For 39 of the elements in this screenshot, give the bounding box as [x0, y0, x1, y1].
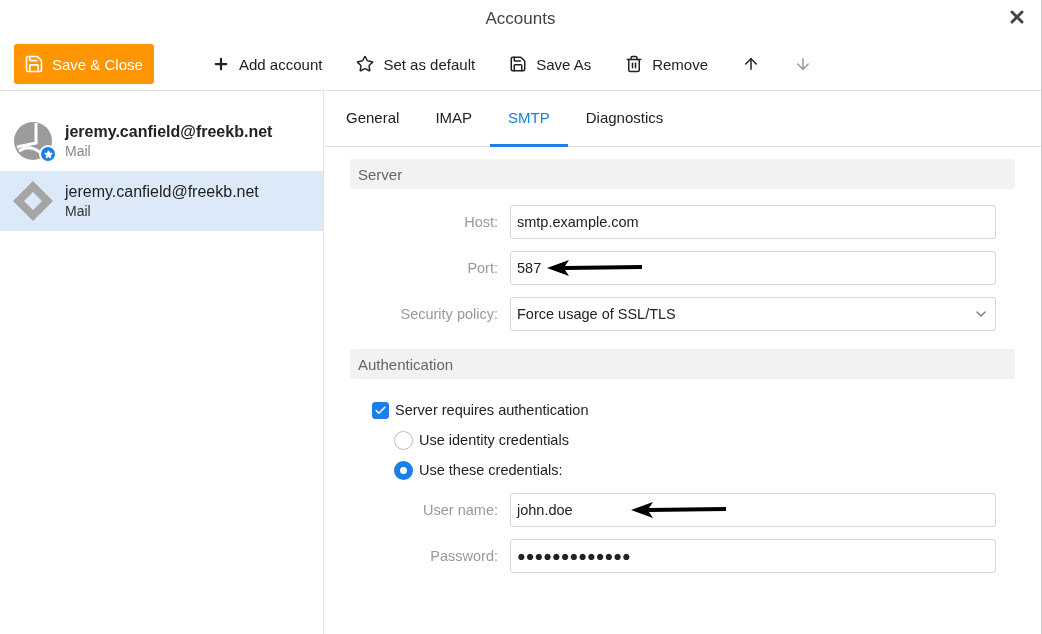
input-field[interactable]: john.doe — [510, 493, 996, 527]
dropdown[interactable]: Force usage of SSL/TLS — [510, 297, 996, 331]
account-item[interactable]: jeremy.canfield@freekb.net Mail — [0, 171, 323, 231]
account-type: Mail — [65, 143, 92, 159]
default-star-badge — [39, 145, 57, 163]
toolbar-button[interactable]: Remove — [625, 55, 709, 73]
account-email: jeremy.canfield@freekb.net — [65, 123, 273, 141]
tab[interactable]: Diagnostics — [567, 91, 682, 147]
radio-label: Use these credentials: — [419, 462, 563, 478]
section-header: Server — [350, 159, 1015, 189]
field-label: User name: — [422, 502, 499, 518]
field-label: Security policy: — [399, 306, 499, 322]
tab[interactable]: General — [328, 91, 418, 147]
section-header: Authentication — [350, 349, 1015, 379]
account-type: Mail — [65, 203, 92, 219]
tab[interactable]: SMTP — [490, 91, 568, 147]
plus-icon — [212, 55, 230, 73]
account-email: jeremy.canfield@freekb.net — [65, 183, 259, 201]
toolbar-button[interactable]: Add account — [212, 55, 323, 73]
tab[interactable]: IMAP — [417, 91, 491, 147]
radio-button[interactable] — [394, 460, 413, 480]
input-field[interactable]: 587 — [510, 251, 996, 285]
radio-button[interactable] — [394, 430, 413, 450]
radio-label: Use identity credentials — [419, 432, 569, 448]
field-label: Host: — [463, 214, 499, 230]
star-icon — [356, 55, 375, 73]
input-field[interactable]: smtp.example.com — [510, 205, 996, 239]
account-avatar-icon — [13, 181, 53, 221]
toolbar-button[interactable]: Set as default — [356, 55, 476, 73]
input-field[interactable]: ●●●●●●●●●●●●● — [510, 539, 996, 573]
account-item[interactable]: jeremy.canfield@freekb.net Mail — [0, 111, 323, 171]
toolbar-button[interactable]: Save As — [509, 55, 592, 73]
trash-icon — [625, 55, 644, 73]
field-label: Port: — [466, 260, 499, 276]
window-title: Accounts — [485, 9, 556, 29]
checkmark-icon — [374, 403, 387, 417]
checkbox-label: Server requires authentication — [395, 402, 589, 418]
checkbox[interactable] — [372, 401, 389, 419]
field-label: Password: — [429, 548, 499, 564]
